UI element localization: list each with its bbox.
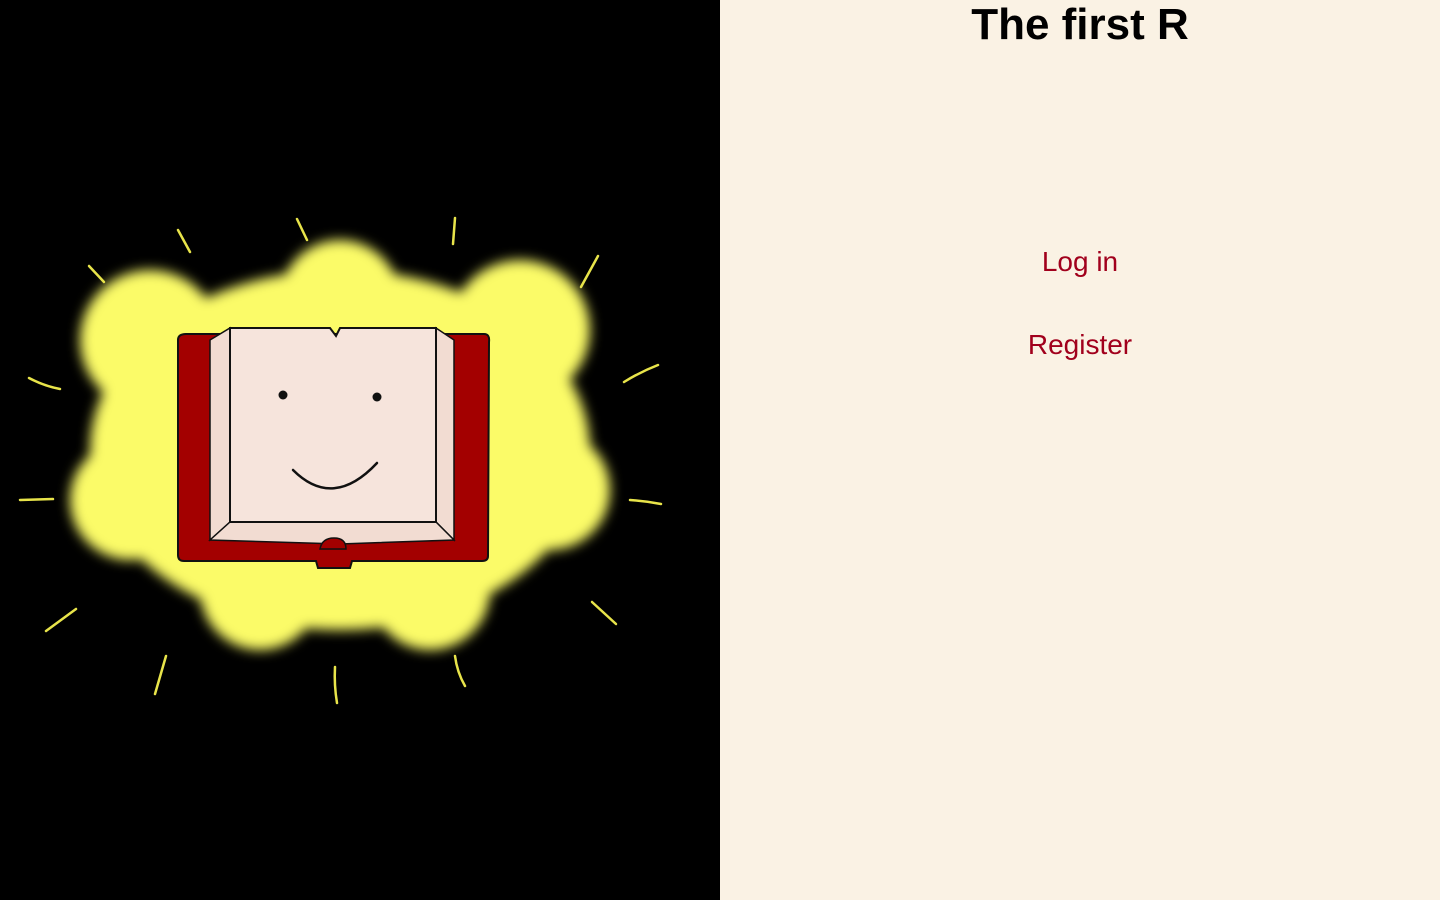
right-eye [372,392,382,402]
smiling-book-illustration [18,216,663,705]
left-eye [278,390,288,400]
hero-panel [0,0,720,900]
register-link[interactable]: Register [720,327,1440,363]
auth-panel: The first R Log in Register [720,0,1440,900]
login-link[interactable]: Log in [720,244,1440,280]
page-title: The first R [971,0,1189,49]
book-icon [177,326,491,569]
